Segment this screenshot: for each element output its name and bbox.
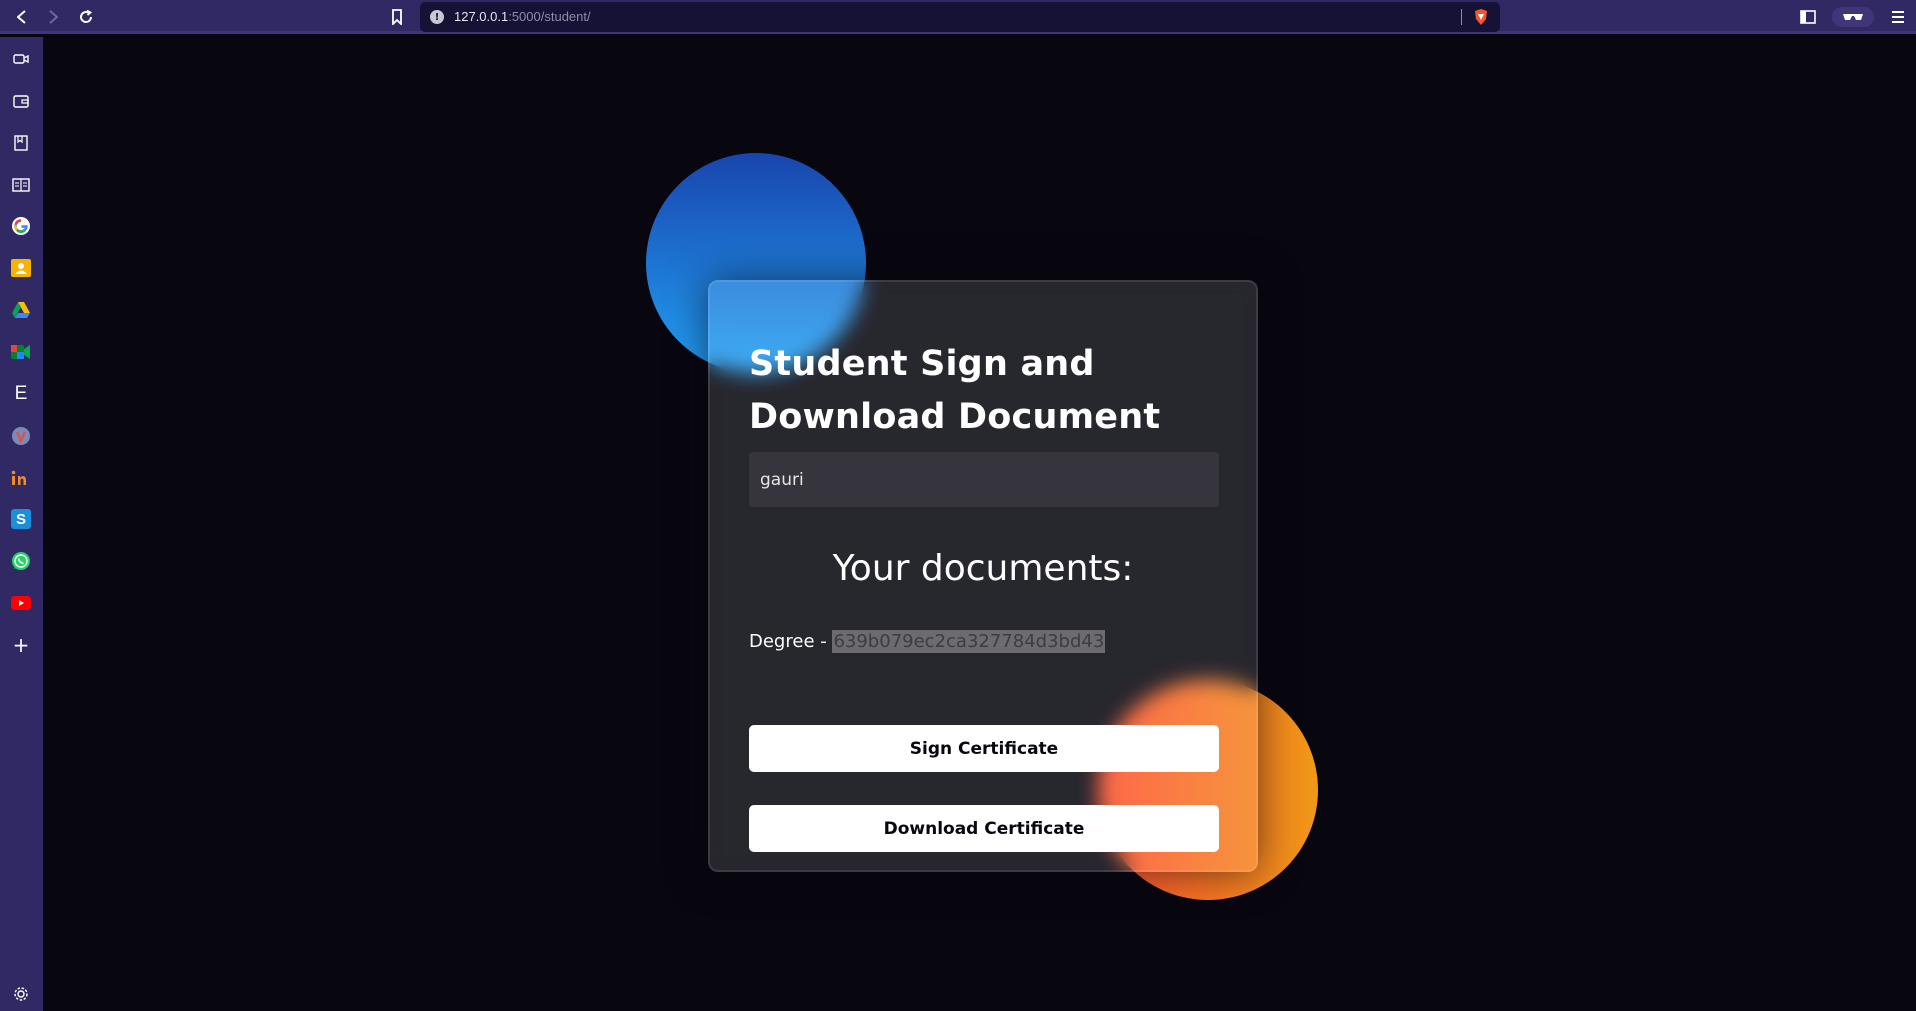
e-icon[interactable]: E xyxy=(11,383,31,404)
google-icon[interactable] xyxy=(11,216,31,236)
download-certificate-button[interactable]: Download Certificate xyxy=(749,805,1219,852)
url-text[interactable]: 127.0.0.1:5000/student/ xyxy=(454,9,591,24)
drive-icon[interactable] xyxy=(11,300,31,320)
meet-icon[interactable] xyxy=(11,342,31,362)
bookmarks-icon[interactable] xyxy=(11,133,31,153)
settings-gear-icon[interactable] xyxy=(11,984,31,1004)
page-content: Student Sign and Download Document Your … xyxy=(43,37,1916,1011)
contacts-icon[interactable] xyxy=(11,258,31,278)
wallet-icon[interactable] xyxy=(11,91,31,111)
document-card: Student Sign and Download Document Your … xyxy=(708,280,1258,872)
private-mode-icon[interactable] xyxy=(1832,7,1874,27)
address-bar[interactable]: ! 127.0.0.1:5000/student/ xyxy=(420,2,1500,32)
s-app-icon[interactable]: S xyxy=(11,509,31,529)
sign-certificate-button[interactable]: Sign Certificate xyxy=(749,725,1219,772)
brave-shields-icon[interactable] xyxy=(1472,8,1490,26)
video-call-icon[interactable] xyxy=(11,49,31,69)
document-entry: Degree - 639b079ec2ca327784d3bd43 xyxy=(749,630,1106,653)
browser-toolbar: ! 127.0.0.1:5000/student/ xyxy=(0,0,1916,34)
url-path: :5000/student/ xyxy=(508,9,591,24)
forward-icon[interactable] xyxy=(43,7,63,27)
documents-heading: Your documents: xyxy=(832,548,1134,589)
indeed-icon[interactable] xyxy=(11,468,31,488)
browser-sidebar: E S + xyxy=(0,37,43,1011)
url-host: 127.0.0.1 xyxy=(454,9,509,24)
sidebar-toggle-icon[interactable] xyxy=(1798,7,1818,27)
url-separator xyxy=(1461,9,1462,25)
reading-list-icon[interactable] xyxy=(11,175,31,195)
document-hash[interactable]: 639b079ec2ca327784d3bd43 xyxy=(832,630,1106,653)
back-icon[interactable] xyxy=(12,7,32,27)
document-label: Degree - xyxy=(749,631,833,652)
menu-icon[interactable] xyxy=(1888,7,1908,27)
brave-talk-icon[interactable] xyxy=(11,426,31,446)
add-icon[interactable]: + xyxy=(11,633,31,657)
bookmark-icon[interactable] xyxy=(387,7,407,27)
whatsapp-icon[interactable] xyxy=(11,551,31,571)
site-info-icon[interactable]: ! xyxy=(430,10,444,24)
page-title: Student Sign and Download Document xyxy=(749,344,1161,437)
youtube-icon[interactable] xyxy=(11,593,31,613)
student-name-input[interactable] xyxy=(749,452,1219,507)
reload-icon[interactable] xyxy=(76,7,96,27)
